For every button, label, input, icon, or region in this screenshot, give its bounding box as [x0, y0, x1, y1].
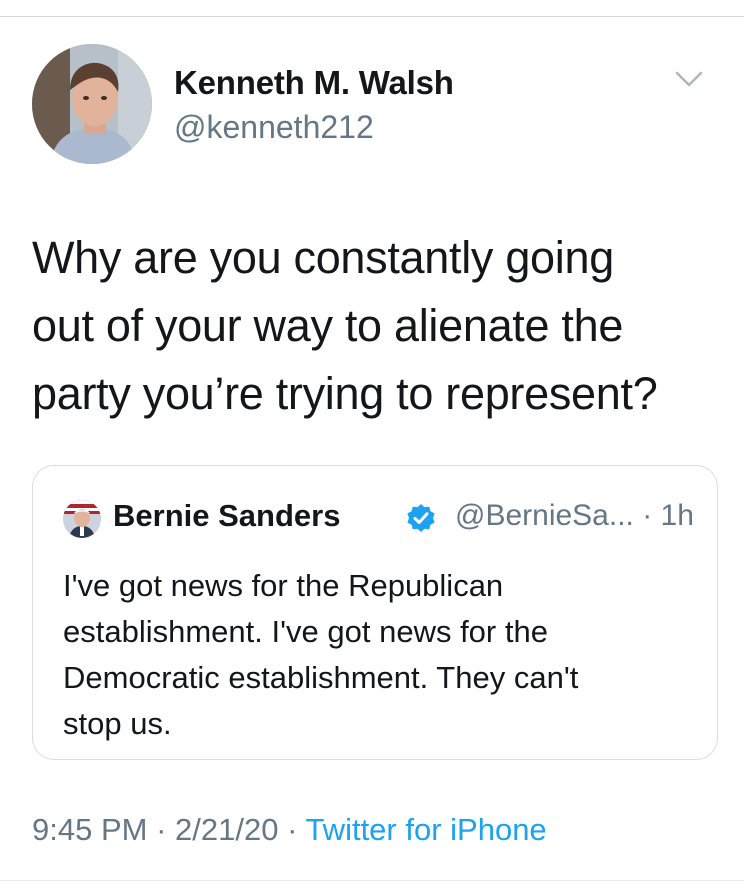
quoted-author-name[interactable]: Bernie Sanders	[113, 498, 340, 534]
tweet-date: 2/21/20	[175, 812, 279, 847]
chevron-down-icon[interactable]	[674, 68, 704, 90]
tweet-text: Why are you constantly going out of your…	[32, 224, 722, 428]
author-handle[interactable]: @kenneth212	[174, 109, 374, 146]
tweet-text-line: out of your way to alienate the	[32, 300, 624, 351]
quoted-text-line: I've got news for the Republican	[63, 568, 504, 603]
quoted-author-avatar	[63, 500, 101, 538]
quoted-text-line: Democratic establishment. They can't	[63, 660, 579, 695]
tweet-text-line: party you’re trying to represent?	[32, 368, 658, 419]
quoted-text-line: stop us.	[63, 706, 172, 741]
profile-photo-icon	[32, 44, 152, 164]
tweet-detail: Kenneth M. Walsh @kenneth212 Why are you…	[0, 0, 744, 883]
tweet-text-line: Why are you constantly going	[32, 232, 614, 283]
tweet-meta: 9:45 PM · 2/21/20 · Twitter for iPhone	[32, 812, 547, 848]
author-header: Kenneth M. Walsh @kenneth212	[32, 44, 712, 164]
meta-separator: ·	[278, 812, 306, 847]
quoted-tweet-text: I've got news for the Republican establi…	[63, 563, 693, 747]
verified-badge-icon	[407, 504, 435, 532]
quoted-text-line: establishment. I've got news for the	[63, 614, 548, 649]
tweet-source-link[interactable]: Twitter for iPhone	[305, 812, 546, 847]
top-divider	[0, 16, 744, 17]
author-avatar[interactable]	[32, 44, 152, 164]
quoted-author-handle-time: @BernieSa... · 1h	[455, 499, 694, 532]
author-name[interactable]: Kenneth M. Walsh	[174, 64, 454, 102]
tweet-time: 9:45 PM	[32, 812, 148, 847]
quoted-tweet-header: Bernie Sanders @BernieSa... · 1h	[63, 498, 703, 538]
quoted-tweet-card[interactable]: Bernie Sanders @BernieSa... · 1h I've go…	[32, 465, 718, 760]
meta-separator: ·	[147, 812, 176, 847]
bottom-divider	[0, 880, 744, 881]
profile-photo-icon	[63, 500, 101, 538]
